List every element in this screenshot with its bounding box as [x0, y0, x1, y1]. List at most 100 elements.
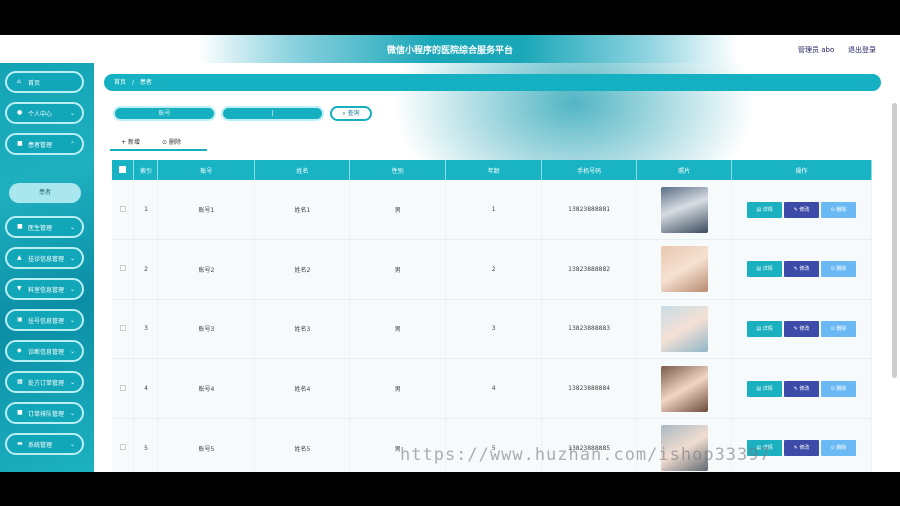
cell-index: 3 — [133, 299, 159, 360]
sidebar-item-doctors[interactable]: ■ 医生管理 ⌄ — [5, 216, 84, 238]
watermark: https://www.huzhan.com/ishop33397 — [400, 445, 771, 465]
cell-gender: 男 — [349, 180, 447, 241]
sidebar-item-patients[interactable]: ■ 患者管理 ⌃ — [5, 133, 84, 155]
detail-button[interactable]: ▤ 详情 — [747, 380, 783, 397]
cell-index: 2 — [133, 239, 159, 300]
row-checkbox[interactable] — [112, 358, 135, 419]
cell-age: 2 — [445, 239, 543, 300]
row-checkbox[interactable] — [112, 239, 135, 300]
sidebar-item-label: 患者管理 — [28, 141, 53, 149]
sidebar-item-home[interactable]: ⌂ 首页 — [5, 71, 84, 93]
row-checkbox[interactable] — [112, 299, 135, 360]
column-header: 照片 — [636, 160, 733, 180]
cell-actions: ▤ 详情 ✎ 修改 ⊙ 删除 — [731, 180, 872, 241]
delete-row-button[interactable]: ⊙ 删除 — [821, 261, 857, 278]
cell-age: 1 — [445, 180, 543, 241]
edit-button[interactable]: ✎ 修改 — [784, 201, 820, 218]
select-all-checkbox[interactable] — [112, 160, 135, 180]
cell-gender: 男 — [349, 239, 447, 300]
delete-row-button[interactable]: ⊙ 删除 — [821, 440, 857, 457]
cell-photo — [636, 180, 733, 241]
column-header: 手机号码 — [541, 160, 638, 180]
chart-icon: ◆ — [17, 347, 22, 354]
column-header: 性别 — [349, 160, 447, 180]
patient-table: 索引 账号 姓名 性别 年龄 手机号码 照片 操作 1 账号1 姓名1 男 1 13823… — [112, 160, 872, 472]
trash-icon: ⊙ — [162, 139, 168, 146]
sidebar-item-label: 个人中心 — [28, 110, 53, 118]
row-checkbox[interactable] — [112, 180, 135, 241]
app-title: 微信小程序的医院综合服务平台 — [386, 46, 513, 56]
edit-button[interactable]: ✎ 修改 — [784, 320, 820, 337]
sidebar-item-label: 医生管理 — [28, 224, 53, 232]
vertical-scrollbar[interactable] — [892, 103, 897, 378]
chevron-down-icon: ⌄ — [69, 348, 75, 355]
detail-button[interactable]: ▤ 详情 — [747, 261, 783, 278]
account-search-input[interactable]: 账号 — [113, 106, 216, 121]
briefcase-icon: ▬ — [17, 440, 23, 447]
sidebar-item-system[interactable]: ▬ 系统管理 ⌄ — [5, 433, 84, 455]
edit-button[interactable]: ✎ 修改 — [784, 380, 820, 397]
search-button[interactable]: ⌕ 查询 — [330, 106, 372, 121]
chevron-up-icon: ⌃ — [69, 141, 75, 148]
table-row[interactable]: 1 账号1 姓名1 男 1 13823888881 ▤ 详情 ✎ 修改 ⊙ 删除 — [112, 180, 872, 241]
sidebar-item-registration[interactable]: ▣ 挂号信息管理 ⌄ — [5, 309, 84, 331]
sidebar-item-profile[interactable]: ● 个人中心 ⌄ — [5, 102, 84, 124]
add-button-label: 新增 — [127, 139, 140, 146]
logout-link[interactable]: 退出登录 — [848, 45, 876, 55]
sidebar-item-label: 挂诊信息管理 — [28, 255, 65, 263]
cell-photo — [636, 299, 733, 360]
patient-photo — [660, 305, 708, 352]
grid-icon: ■ — [17, 223, 23, 230]
search-button-label: 查询 — [347, 110, 360, 117]
name-search-input[interactable]: | — [221, 106, 324, 121]
chevron-down-icon: ⌄ — [69, 379, 75, 386]
sidebar-item-departments[interactable]: ▼ 科室信息管理 ⌄ — [5, 278, 84, 300]
table-row[interactable]: 4 账号4 姓名4 男 4 13823888884 ▤ 详情 ✎ 修改 ⊙ 删除 — [112, 358, 872, 419]
patient-photo — [660, 186, 708, 233]
sidebar-item-label: 处方订单管理 — [28, 379, 65, 387]
column-header: 索引 — [133, 160, 159, 180]
sidebar-item-label: 科室信息管理 — [28, 286, 65, 294]
app-window: 微信小程序的医院综合服务平台 管理员 abo 退出登录 ⌂ 首页 ● 个人中心 ⌄ ■… — [0, 35, 900, 472]
cell-account: 账号3 — [157, 299, 256, 360]
cell-phone: 13823888881 — [541, 180, 638, 241]
main-content: 首页 / 患者 账号 | ⌕ 查询 + 新增 ⊙ 删除 索引 账号 姓名 性别 … — [94, 63, 900, 472]
cell-phone: 13823888882 — [541, 239, 638, 300]
column-header: 操作 — [731, 160, 872, 180]
sidebar-item-prescriptions[interactable]: ▦ 处方订单管理 ⌄ — [5, 371, 84, 393]
row-checkbox[interactable] — [112, 418, 135, 472]
sidebar-item-diagnosis[interactable]: ◆ 诊断信息管理 ⌄ — [5, 340, 84, 362]
detail-button[interactable]: ▤ 详情 — [747, 201, 783, 218]
breadcrumb: 首页 / 患者 — [104, 74, 881, 91]
chevron-down-icon: ⌄ — [69, 317, 75, 324]
cell-name: 姓名3 — [254, 299, 351, 360]
delete-row-button[interactable]: ⊙ 删除 — [821, 201, 857, 218]
cell-photo — [636, 358, 733, 419]
table-row[interactable]: 3 账号3 姓名3 男 3 13823888883 ▤ 详情 ✎ 修改 ⊙ 删除 — [112, 299, 872, 360]
delete-row-button[interactable]: ⊙ 删除 — [821, 320, 857, 337]
edit-button[interactable]: ✎ 修改 — [784, 261, 820, 278]
cell-index: 1 — [133, 180, 159, 241]
sidebar-item-label: 诊断信息管理 — [28, 348, 65, 356]
sidebar-item-visits[interactable]: ▲ 挂诊信息管理 ⌄ — [5, 247, 84, 269]
delete-button[interactable]: ⊙ 删除 — [162, 137, 181, 146]
edit-button[interactable]: ✎ 修改 — [784, 440, 820, 457]
delete-row-button[interactable]: ⊙ 删除 — [821, 380, 857, 397]
add-button[interactable]: + 新增 — [121, 137, 140, 146]
breadcrumb-current: 患者 — [139, 79, 152, 86]
table-row[interactable]: 2 账号2 姓名2 男 2 13823888882 ▤ 详情 ✎ 修改 ⊙ 删除 — [112, 239, 872, 300]
grid-icon: ■ — [17, 140, 23, 147]
delete-button-label: 删除 — [168, 139, 181, 146]
chevron-down-icon: ⌄ — [69, 410, 75, 417]
cell-name: 姓名2 — [254, 239, 351, 300]
cell-name: 姓名1 — [254, 180, 351, 241]
sidebar-item-label: 挂号信息管理 — [28, 317, 65, 325]
breadcrumb-home[interactable]: 首页 — [114, 79, 126, 86]
sidebar-subitem-patient[interactable]: 患者 — [9, 183, 81, 203]
cell-age: 4 — [445, 358, 543, 419]
cell-account: 账号1 — [157, 180, 256, 241]
sidebar-item-queue[interactable]: ■ 订单排队管理 ⌄ — [5, 402, 84, 424]
detail-button[interactable]: ▤ 详情 — [747, 320, 783, 337]
admin-user[interactable]: 管理员 abo — [798, 45, 834, 55]
cell-account: 账号5 — [157, 418, 256, 472]
